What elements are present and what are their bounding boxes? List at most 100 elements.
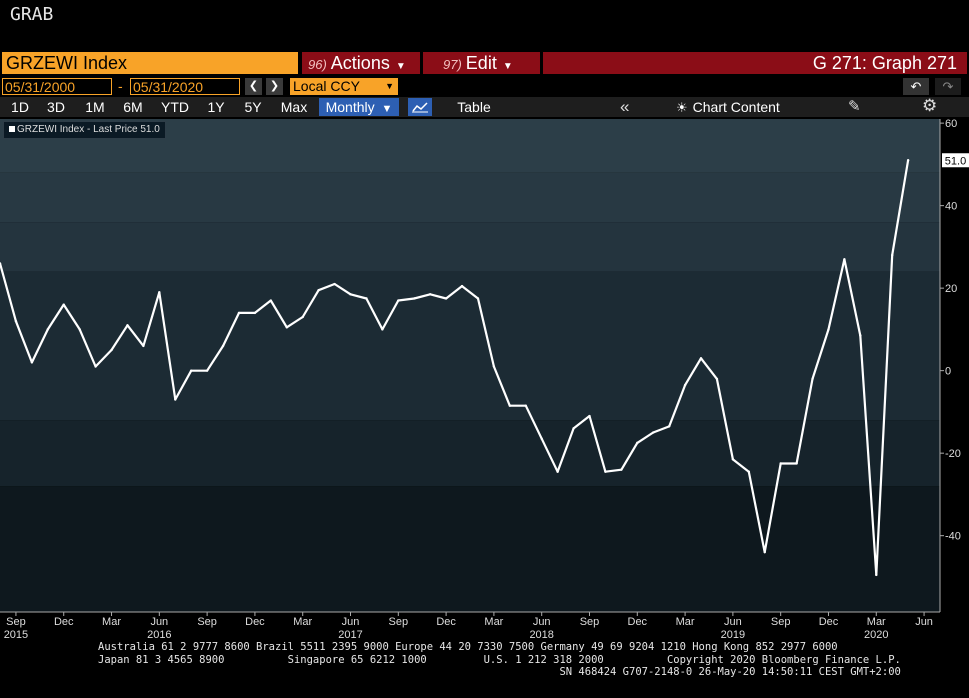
data-point xyxy=(572,427,575,430)
data-point xyxy=(365,297,368,300)
data-point xyxy=(78,328,81,331)
data-point xyxy=(94,365,97,368)
x-tick-label: Mar xyxy=(102,616,121,628)
footer-line-1: Australia 61 2 9777 8600 Brazil 5511 239… xyxy=(98,641,838,653)
data-point xyxy=(827,328,830,331)
plot-band xyxy=(0,271,940,421)
x-year-label: 2015 xyxy=(4,629,28,640)
footer-line-2: Japan 81 3 4565 8900 Singapore 65 6212 1… xyxy=(98,653,901,666)
data-point xyxy=(397,299,400,302)
x-tick-label: Mar xyxy=(484,616,503,628)
data-point xyxy=(906,159,910,162)
x-tick-label: Jun xyxy=(150,616,168,628)
x-axis: Sep2015Dec Mar Jun2016Sep Dec Mar Jun2017Sep D… xyxy=(0,611,940,640)
data-point xyxy=(843,258,846,261)
data-point xyxy=(333,282,336,286)
x-year-label: 2018 xyxy=(529,629,553,640)
data-point xyxy=(859,334,862,337)
data-point xyxy=(667,425,671,428)
x-tick-label: Sep xyxy=(197,616,217,628)
y-tick-label: 40 xyxy=(945,201,957,213)
x-tick-label: Sep xyxy=(771,616,791,628)
x-tick-label: Dec xyxy=(819,616,839,628)
data-point xyxy=(492,365,496,368)
x-tick-label: Sep xyxy=(580,616,600,628)
data-point xyxy=(524,404,527,407)
data-point xyxy=(14,319,18,323)
y-tick-label: -20 xyxy=(945,448,961,460)
data-point xyxy=(763,550,766,554)
data-point xyxy=(444,297,448,300)
x-tick-label: Mar xyxy=(676,616,695,628)
x-tick-label: Mar xyxy=(867,616,886,628)
y-tick-label: 60 xyxy=(945,118,957,130)
data-point xyxy=(237,311,241,315)
data-point xyxy=(875,573,878,577)
data-point xyxy=(795,462,798,465)
data-point xyxy=(158,291,161,294)
plot-background xyxy=(0,119,940,612)
data-point xyxy=(349,293,352,296)
plot-band xyxy=(0,486,940,612)
data-point xyxy=(174,398,177,401)
x-tick-label: Sep xyxy=(389,616,409,628)
data-point xyxy=(126,324,129,327)
y-tick-label: -40 xyxy=(945,531,961,543)
data-point xyxy=(285,326,288,329)
footer-line-3: SN 468424 G707-2148-0 26-May-20 14:50:11… xyxy=(98,666,901,678)
data-point xyxy=(301,315,304,319)
last-price-label: 51.0 xyxy=(945,155,966,167)
data-point xyxy=(604,470,607,473)
last-price-label-group: 51.0 xyxy=(942,153,969,168)
data-point xyxy=(428,293,432,296)
data-point xyxy=(46,328,49,331)
x-year-label: 2016 xyxy=(147,629,171,640)
data-point xyxy=(588,414,591,418)
x-tick-label: Mar xyxy=(293,616,312,628)
data-point xyxy=(731,458,735,461)
chart: Sep2015Dec Mar Jun2016Sep Dec Mar Jun2017Sep D… xyxy=(0,118,969,640)
data-point xyxy=(460,284,464,288)
data-point xyxy=(476,297,480,300)
x-tick-label: Jun xyxy=(915,616,933,628)
data-point xyxy=(189,369,193,372)
data-point xyxy=(30,361,34,364)
data-point xyxy=(891,253,894,257)
data-point xyxy=(779,462,782,465)
data-point xyxy=(540,437,543,440)
x-tick-label: Dec xyxy=(628,616,648,628)
data-point xyxy=(699,357,703,360)
legend-text: GRZEWI Index - Last Price 51.0 xyxy=(17,124,160,135)
data-point xyxy=(205,369,209,372)
data-point xyxy=(381,328,384,331)
legend: GRZEWI Index - Last Price 51.0 xyxy=(3,121,166,139)
data-point xyxy=(652,431,655,434)
data-point xyxy=(508,404,512,407)
x-tick-label: Dec xyxy=(245,616,265,628)
data-point xyxy=(715,377,719,381)
plot-band xyxy=(0,172,940,223)
data-point xyxy=(62,303,65,306)
data-point xyxy=(620,468,623,471)
x-tick-label: Jun xyxy=(533,616,551,628)
data-point xyxy=(142,344,145,348)
x-tick-label: Sep xyxy=(6,616,26,628)
y-tick-label: 20 xyxy=(945,283,957,295)
legend-swatch xyxy=(9,126,15,132)
data-point xyxy=(110,348,113,352)
data-point xyxy=(683,383,687,387)
data-point xyxy=(556,470,559,473)
x-year-label: 2019 xyxy=(721,629,745,640)
data-point xyxy=(747,470,751,473)
x-tick-label: Jun xyxy=(342,616,360,628)
data-point xyxy=(811,377,814,381)
x-year-label: 2017 xyxy=(338,629,362,640)
plot-band xyxy=(0,222,940,272)
y-tick-label: 0 xyxy=(945,366,951,378)
data-point xyxy=(221,344,225,348)
x-tick-label: Dec xyxy=(54,616,74,628)
data-point xyxy=(636,441,639,445)
y-axis: 60 40 20 0 -20 -40 xyxy=(939,118,961,612)
x-year-label: 2020 xyxy=(864,629,888,640)
data-point xyxy=(317,289,320,292)
